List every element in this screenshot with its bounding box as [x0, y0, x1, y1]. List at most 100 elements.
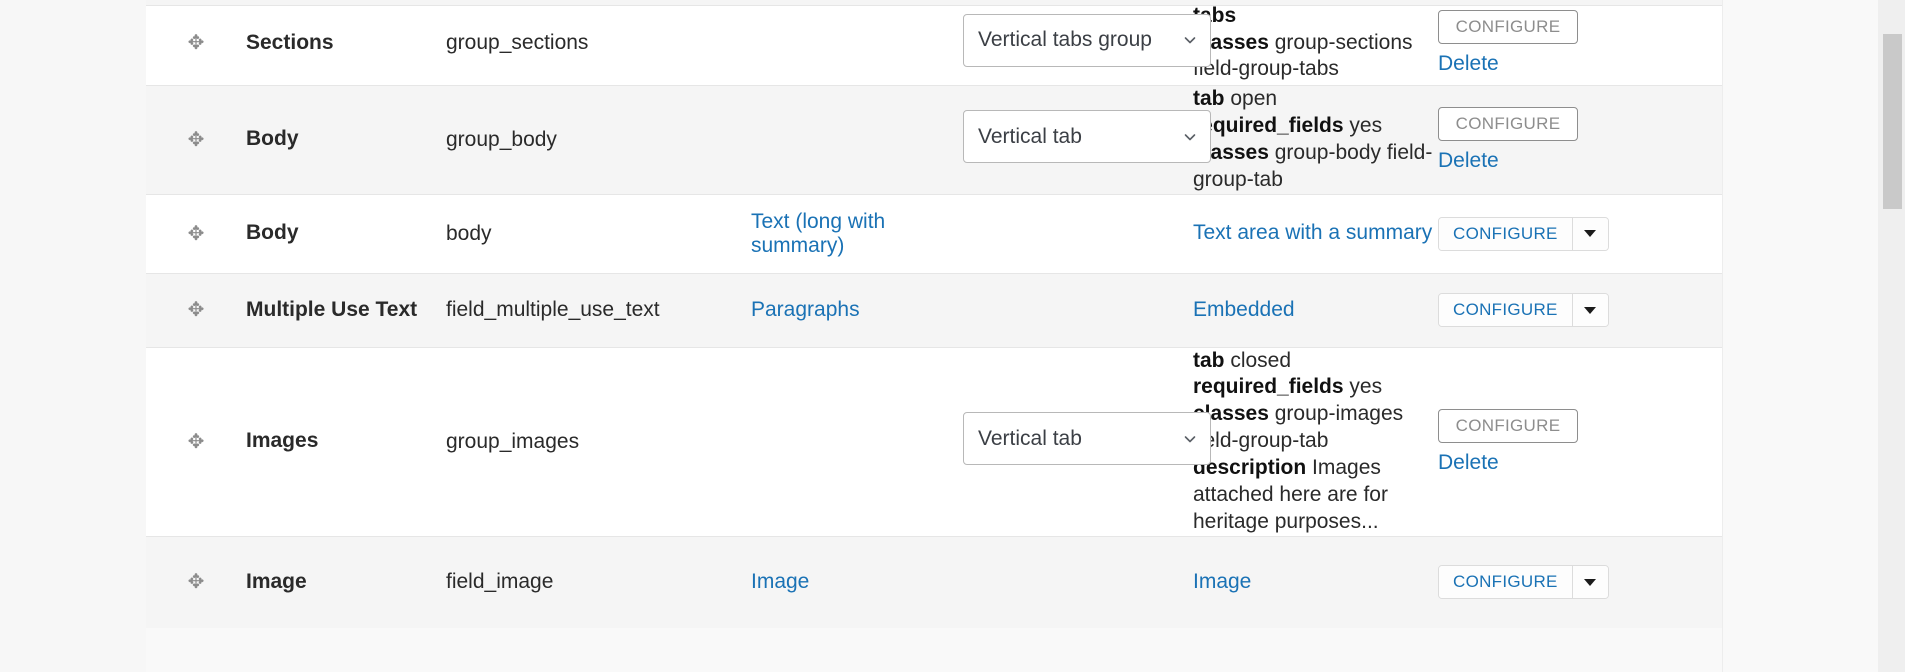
row-drag-handle-cell: ✥	[146, 272, 246, 347]
row-field-type-cell: Text (long with summary)	[751, 193, 963, 273]
row-summary-cell: Image	[1193, 535, 1438, 629]
row-summary-cell: Embedded	[1193, 272, 1438, 347]
left-gutter	[0, 0, 146, 672]
field-type-link[interactable]: Paragraphs	[751, 298, 860, 321]
row-summary-cell: tab open required_fields yes classes group…	[1193, 85, 1438, 194]
widget-type-link[interactable]: Text area with a summary	[1193, 221, 1432, 244]
delete-link[interactable]: Delete	[1438, 149, 1499, 173]
row-summary-cell: tab closed required_fields yes classes gro…	[1193, 346, 1438, 537]
row-label: Body	[246, 85, 446, 194]
summary-line: required_fields yes	[1193, 374, 1438, 401]
configure-button[interactable]: CONFIGURE	[1439, 294, 1572, 326]
field-type-link[interactable]: Image	[751, 570, 809, 593]
table-row: ✥ Sections group_sections Vertical tabs gro…	[146, 0, 1722, 86]
row-field-type-cell	[751, 0, 963, 86]
row-widget-cell	[963, 535, 1193, 629]
configure-button[interactable]: CONFIGURE	[1439, 217, 1572, 250]
table-row: ✥ Images group_images Vertical tab tab close…	[146, 346, 1722, 537]
drag-handle-icon[interactable]: ✥	[188, 300, 205, 320]
right-page-background	[1722, 0, 1883, 672]
field-manage-form-table: ✥ Sections group_sections Vertical tabs gro…	[146, 0, 1722, 629]
page-root: ✥ Sections group_sections Vertical tabs gro…	[0, 0, 1905, 672]
field-group-format-select[interactable]: Vertical tabs group	[963, 13, 1211, 67]
summary-line: description Images attached here are for…	[1193, 455, 1438, 536]
configure-button[interactable]: CONFIGURE	[1438, 10, 1578, 44]
select-selected-value: Vertical tab	[978, 426, 1082, 450]
configure-dropbutton: CONFIGURE	[1438, 216, 1609, 251]
table-row: ✥ Multiple Use Text field_multiple_use_tex…	[146, 272, 1722, 347]
triangle-down-icon	[1584, 578, 1597, 586]
select-selected-value: Vertical tab	[978, 124, 1082, 148]
chevron-down-icon	[1183, 33, 1197, 47]
drag-handle-icon[interactable]: ✥	[188, 130, 205, 150]
row-machine-name: field_image	[446, 535, 751, 629]
row-operations-cell: CONFIGURE	[1438, 193, 1722, 273]
row-widget-cell: Vertical tab	[963, 346, 1211, 537]
field-group-format-select[interactable]: Vertical tab	[963, 110, 1211, 164]
summary-line: classes group-images field-group-tab	[1193, 401, 1438, 455]
drag-handle-icon[interactable]: ✥	[188, 224, 205, 244]
row-field-type-cell	[751, 346, 963, 537]
row-widget-cell: Vertical tab	[963, 85, 1211, 194]
row-drag-handle-cell: ✥	[146, 346, 246, 537]
summary-value: yes	[1343, 375, 1383, 399]
row-summary-cell: tabs classes group-sections field-group-t…	[1193, 0, 1438, 86]
row-field-type-cell	[751, 85, 963, 194]
configure-dropbutton: CONFIGURE	[1438, 293, 1609, 327]
field-type-link[interactable]: Text (long with summary)	[751, 210, 885, 257]
widget-type-link[interactable]: Image	[1193, 570, 1251, 593]
vertical-scrollbar-thumb[interactable]	[1883, 34, 1902, 209]
summary-line: required_fields yes	[1193, 113, 1438, 140]
row-machine-name: field_multiple_use_text	[446, 272, 751, 347]
widget-type-link[interactable]: Embedded	[1193, 298, 1295, 321]
row-field-type-cell: Image	[751, 535, 963, 629]
row-machine-name: group_body	[446, 85, 751, 194]
row-machine-name: group_sections	[446, 0, 751, 86]
summary-line: classes group-body field-group-tab	[1193, 140, 1438, 194]
summary-value: yes	[1343, 113, 1383, 137]
triangle-down-icon	[1584, 306, 1597, 314]
field-group-format-select[interactable]: Vertical tab	[963, 412, 1211, 466]
row-label: Body	[246, 193, 446, 273]
dropbutton-toggle[interactable]	[1571, 217, 1608, 250]
summary-value: closed	[1224, 348, 1292, 372]
summary-key: required_fields	[1193, 113, 1344, 137]
drag-handle-icon[interactable]: ✥	[188, 432, 205, 452]
summary-line: tabs	[1193, 3, 1438, 30]
chevron-down-icon	[1183, 432, 1197, 446]
row-widget-cell	[963, 193, 1193, 273]
dropbutton-toggle[interactable]	[1571, 566, 1608, 599]
chevron-down-icon	[1183, 130, 1197, 144]
drag-handle-icon[interactable]: ✥	[188, 572, 205, 592]
row-widget-cell	[963, 272, 1193, 347]
select-selected-value: Vertical tabs group	[978, 28, 1152, 51]
dropbutton-toggle[interactable]	[1571, 294, 1608, 326]
delete-link[interactable]: Delete	[1438, 52, 1499, 76]
summary-key: tab	[1193, 87, 1225, 110]
row-drag-handle-cell: ✥	[146, 193, 246, 273]
row-label: Images	[246, 346, 446, 537]
configure-button[interactable]: CONFIGURE	[1438, 106, 1578, 141]
summary-value: open	[1224, 87, 1278, 110]
row-operations-cell: CONFIGURE	[1438, 272, 1722, 347]
delete-link[interactable]: Delete	[1438, 451, 1499, 475]
row-operations-cell: CONFIGURE Delete	[1438, 0, 1722, 86]
configure-dropbutton: CONFIGURE	[1438, 565, 1609, 600]
row-label: Image	[246, 535, 446, 629]
row-drag-handle-cell: ✥	[146, 535, 246, 629]
configure-button[interactable]: CONFIGURE	[1438, 408, 1578, 443]
summary-line: classes group-sections field-group-tabs	[1193, 30, 1438, 84]
row-drag-handle-cell: ✥	[146, 0, 246, 86]
row-operations-cell: CONFIGURE Delete	[1438, 85, 1722, 194]
configure-button[interactable]: CONFIGURE	[1439, 566, 1572, 599]
row-operations-cell: CONFIGURE	[1438, 535, 1722, 629]
summary-key: required_fields	[1193, 375, 1344, 399]
table-row: ✥ Body group_body Vertical tab tab open requi…	[146, 85, 1722, 194]
previous-row-sliver	[146, 0, 1722, 6]
summary-key: tab	[1193, 348, 1225, 372]
table-row: ✥ Body body Text (long with summary) Text ar…	[146, 193, 1722, 273]
drag-handle-icon[interactable]: ✥	[188, 33, 205, 53]
summary-line: tab closed	[1193, 348, 1438, 375]
table-right-edge	[1722, 0, 1723, 672]
row-machine-name: group_images	[446, 346, 751, 537]
